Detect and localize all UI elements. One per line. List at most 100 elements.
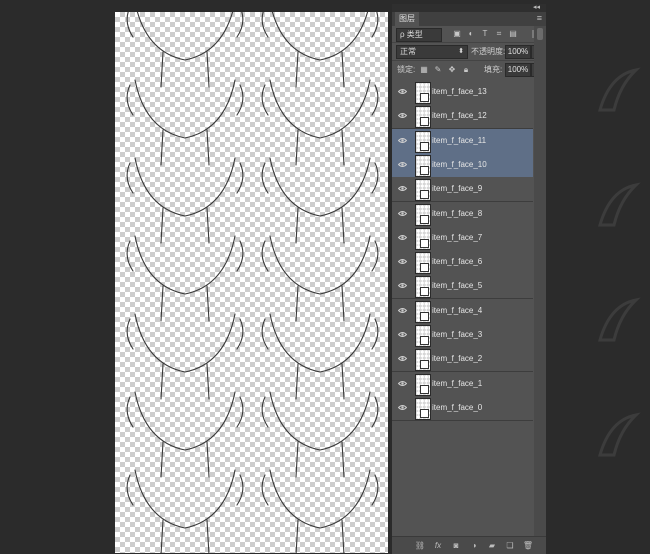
image-filter-icon[interactable]: ▣ [452, 29, 462, 39]
eye-icon[interactable] [398, 282, 407, 289]
panel-scrollbar[interactable] [534, 26, 546, 536]
layer-row[interactable]: item_f_face_0 [392, 395, 533, 421]
smart-object-icon [420, 238, 429, 248]
smart-object-icon [420, 360, 429, 370]
smart-object-icon [420, 190, 429, 200]
lock-transparent-icon[interactable]: ▦ [419, 65, 429, 75]
scrollbar-thumb[interactable] [537, 28, 543, 40]
eye-icon[interactable] [398, 307, 407, 314]
layer-name: item_f_face_13 [432, 87, 487, 96]
watermark-logo [598, 182, 641, 227]
watermark-logo [598, 297, 641, 342]
layer-name: item_f_face_3 [432, 330, 483, 339]
layers-panel: ◂◂ 图层 ≡ ρ 类型 ▣ ◐ T ⌗ ▤ 正常 ⬍ 不透明度: 100% ▸… [392, 4, 546, 554]
smart-object-icon [420, 408, 429, 418]
layer-name: item_f_face_2 [432, 354, 483, 364]
eye-icon[interactable] [398, 355, 407, 362]
layer-row[interactable]: item_f_face_4 [392, 298, 533, 324]
smart-object-icon [420, 287, 429, 297]
watermark-logo [598, 412, 641, 457]
layer-row[interactable]: item_f_face_3 [392, 323, 533, 348]
chevron-down-icon: ⬍ [458, 48, 464, 55]
smart-object-icon [420, 214, 429, 224]
lock-label: 锁定: [397, 65, 416, 74]
layer-row[interactable]: item_f_face_6 [392, 250, 533, 276]
mask-icon[interactable]: ◙ [450, 540, 462, 551]
link-layers-icon[interactable]: ⛓ [414, 540, 426, 551]
layer-row[interactable]: item_f_face_2 [392, 347, 533, 373]
layer-name: item_f_face_8 [432, 208, 483, 218]
layer-row[interactable]: item_f_face_10 [392, 152, 533, 178]
lock-row: 锁定: ▦ ✎ ✥ 🔒︎ 填充: 100% ▸ [392, 60, 546, 79]
eye-icon[interactable] [398, 112, 407, 119]
layer-row[interactable]: item_f_face_11 [392, 128, 533, 154]
lock-pixels-icon[interactable]: ✎ [433, 65, 443, 75]
opacity-field[interactable]: 100% [505, 45, 531, 59]
layer-name: item_f_face_4 [432, 305, 483, 315]
layer-row[interactable]: item_f_face_8 [392, 201, 533, 227]
smart-object-icon [420, 141, 429, 151]
fill-field[interactable]: 100% [505, 63, 531, 77]
layer-row[interactable]: item_f_face_1 [392, 371, 533, 397]
eye-icon[interactable] [398, 210, 407, 217]
layer-name: item_f_face_0 [432, 402, 483, 412]
opacity-label: 不透明度: [471, 47, 506, 56]
layer-name: item_f_face_5 [432, 281, 483, 291]
layer-name: item_f_face_7 [432, 232, 483, 242]
document-canvas[interactable] [115, 12, 388, 553]
tab-layers[interactable]: 图层 [395, 12, 419, 26]
trash-icon[interactable]: 🗑︎ [522, 540, 534, 551]
new-group-icon[interactable]: ▰ [486, 540, 498, 551]
layer-row[interactable]: item_f_face_7 [392, 225, 533, 251]
layer-name: item_f_face_12 [432, 111, 487, 121]
smart-object-icon [420, 165, 429, 175]
panel-bottom-bar: ⛓ fx ◙ ◑ ▰ ❏ 🗑︎ [392, 536, 546, 554]
layer-list: item_f_face_13 item_f_face_12 item_f_face_… [392, 80, 533, 421]
blend-row: 正常 ⬍ 不透明度: 100% ▸ [392, 42, 546, 60]
blend-mode-select[interactable]: 正常 ⬍ [396, 45, 468, 59]
layer-row[interactable]: item_f_face_13 [392, 80, 533, 105]
smart-object-icon [420, 263, 429, 273]
panel-menu-icon[interactable]: ≡ [537, 13, 542, 23]
adjustment-layer-icon[interactable]: ◑ [468, 540, 480, 551]
adjustment-filter-icon[interactable]: ◐ [466, 29, 476, 39]
eye-icon[interactable] [398, 380, 407, 387]
smart-object-icon [420, 93, 429, 102]
filter-row: ρ 类型 ▣ ◐ T ⌗ ▤ [392, 26, 546, 43]
layer-name: item_f_face_1 [432, 378, 483, 388]
smart-object-icon [420, 336, 429, 345]
lock-position-icon[interactable]: ✥ [447, 65, 457, 75]
smart-object-icon [420, 311, 429, 321]
eye-icon[interactable] [398, 331, 407, 338]
layer-name: item_f_face_9 [432, 184, 483, 194]
shape-filter-icon[interactable]: ⌗ [494, 29, 504, 39]
layer-name: item_f_face_11 [432, 135, 487, 145]
layer-name: item_f_face_6 [432, 257, 483, 267]
panel-title-bar: ◂◂ [392, 4, 546, 12]
layer-row[interactable]: item_f_face_12 [392, 104, 533, 130]
smart-object-icon [420, 117, 429, 127]
smart-object-filter-icon[interactable]: ▤ [508, 29, 518, 39]
eye-icon[interactable] [398, 234, 407, 241]
eye-icon[interactable] [398, 88, 407, 95]
fx-icon[interactable]: fx [432, 540, 444, 551]
collapse-icon[interactable]: ◂◂ [533, 4, 540, 12]
eye-icon[interactable] [398, 404, 407, 411]
watermark-logo [598, 67, 641, 112]
fill-label: 填充: [484, 65, 503, 74]
layer-row[interactable]: item_f_face_5 [392, 274, 533, 300]
face-sketches [126, 12, 379, 553]
blend-mode-value: 正常 [400, 47, 416, 56]
new-layer-icon[interactable]: ❏ [504, 540, 516, 551]
layer-row[interactable]: item_f_face_9 [392, 177, 533, 203]
layer-name: item_f_face_10 [432, 159, 487, 169]
eye-icon[interactable] [398, 161, 407, 168]
smart-object-icon [420, 384, 429, 394]
eye-icon[interactable] [398, 258, 407, 265]
lock-all-icon[interactable]: 🔒︎ [461, 65, 471, 75]
type-filter-icon[interactable]: T [480, 29, 490, 39]
eye-icon[interactable] [398, 185, 407, 192]
filter-type-select[interactable]: ρ 类型 [396, 28, 442, 42]
panel-tab-bar: 图层 ≡ [392, 12, 546, 26]
eye-icon[interactable] [398, 137, 407, 144]
